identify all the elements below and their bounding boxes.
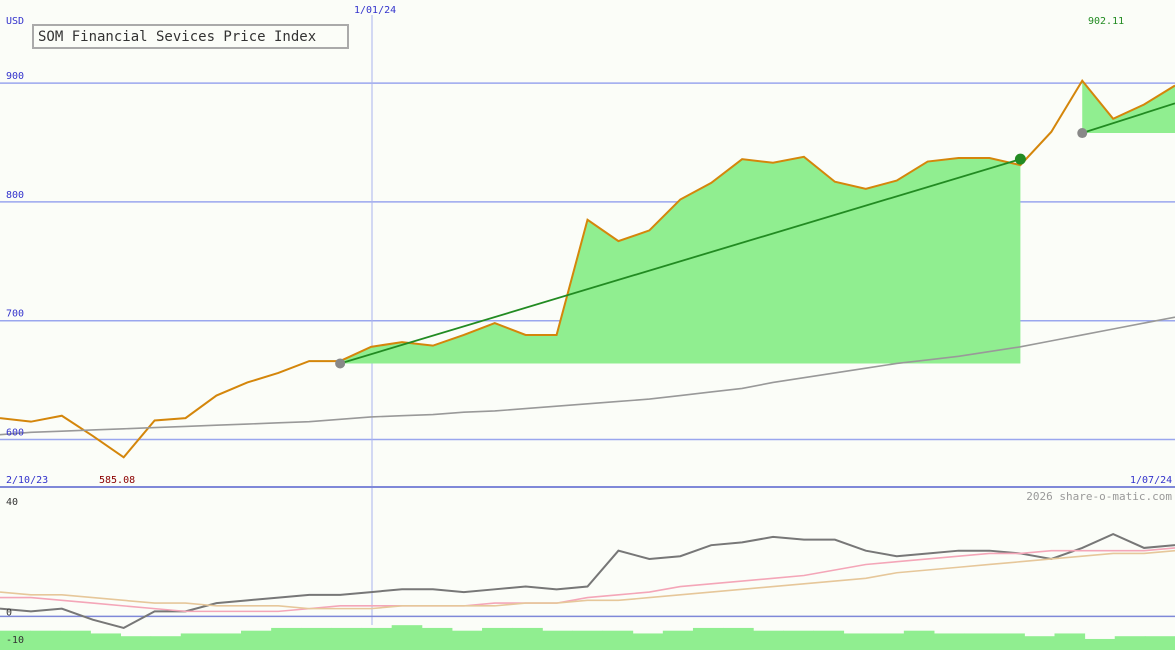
histogram-bar: [30, 630, 61, 650]
trend-end-marker-0: [1014, 153, 1026, 165]
histogram-bar: [723, 627, 754, 650]
histogram-bar: [602, 630, 634, 650]
trend-start-marker-1: [1077, 128, 1088, 139]
histogram-bar: [572, 630, 604, 650]
histogram-bar: [150, 636, 182, 650]
histogram-bar: [903, 630, 935, 650]
histogram-bar: [1114, 636, 1146, 650]
histogram-bar: [451, 630, 483, 650]
mid-date-label: 1/01/24: [354, 5, 396, 16]
histogram-bar: [843, 633, 875, 650]
histogram-bar: [512, 627, 543, 650]
histogram-bar: [1084, 638, 1116, 650]
histogram-bar: [1054, 633, 1086, 650]
histogram-bar: [210, 633, 242, 650]
max-value-label: 902.11: [1088, 16, 1124, 27]
y-tick-600: 600: [6, 427, 24, 438]
min-value-label: 585.08: [99, 475, 135, 486]
histogram-bar: [542, 630, 573, 650]
histogram-bar: [271, 627, 302, 650]
histogram-bar: [933, 633, 965, 650]
histogram-bar: [662, 630, 694, 650]
start-date-label: 2/10/23: [6, 475, 48, 486]
histogram-bar: [180, 633, 212, 650]
histogram-bar: [753, 630, 784, 650]
price-chart: USD SOM Financial Sevices Price Index 1/…: [0, 0, 1175, 650]
histogram-bar: [783, 630, 814, 650]
indicator-tick: 40: [6, 497, 18, 508]
histogram-bar: [60, 630, 91, 650]
end-date-label: 1/07/24: [1130, 475, 1172, 486]
histogram-bar: [813, 630, 845, 650]
histogram-bar: [1144, 636, 1175, 650]
histogram-bar: [1024, 636, 1055, 650]
histogram-bar: [632, 633, 664, 650]
histogram-bar: [90, 633, 122, 650]
histogram-bar: [994, 633, 1025, 650]
currency-label: USD: [6, 16, 24, 27]
histogram-bar: [421, 627, 453, 650]
histogram-bar: [692, 627, 724, 650]
histogram-bar: [241, 630, 272, 650]
histogram-bar: [873, 633, 905, 650]
histogram-bar: [301, 627, 332, 650]
histogram-bar: [482, 627, 513, 650]
histogram-bar: [331, 627, 363, 650]
indicator-tick: 0: [6, 607, 12, 618]
chart-title: SOM Financial Sevices Price Index: [38, 29, 316, 45]
trend-start-marker-0: [335, 358, 346, 369]
histogram-bar: [361, 627, 393, 650]
y-tick-700: 700: [6, 309, 24, 320]
histogram-bar: [120, 636, 152, 650]
indicator-tick: -10: [6, 635, 24, 646]
histogram-bar: [391, 625, 423, 650]
y-tick-900: 900: [6, 71, 24, 82]
histogram-bar: [964, 633, 995, 650]
copyright-label: 2026 share-o-matic.com: [1026, 490, 1172, 503]
y-tick-800: 800: [6, 190, 24, 201]
